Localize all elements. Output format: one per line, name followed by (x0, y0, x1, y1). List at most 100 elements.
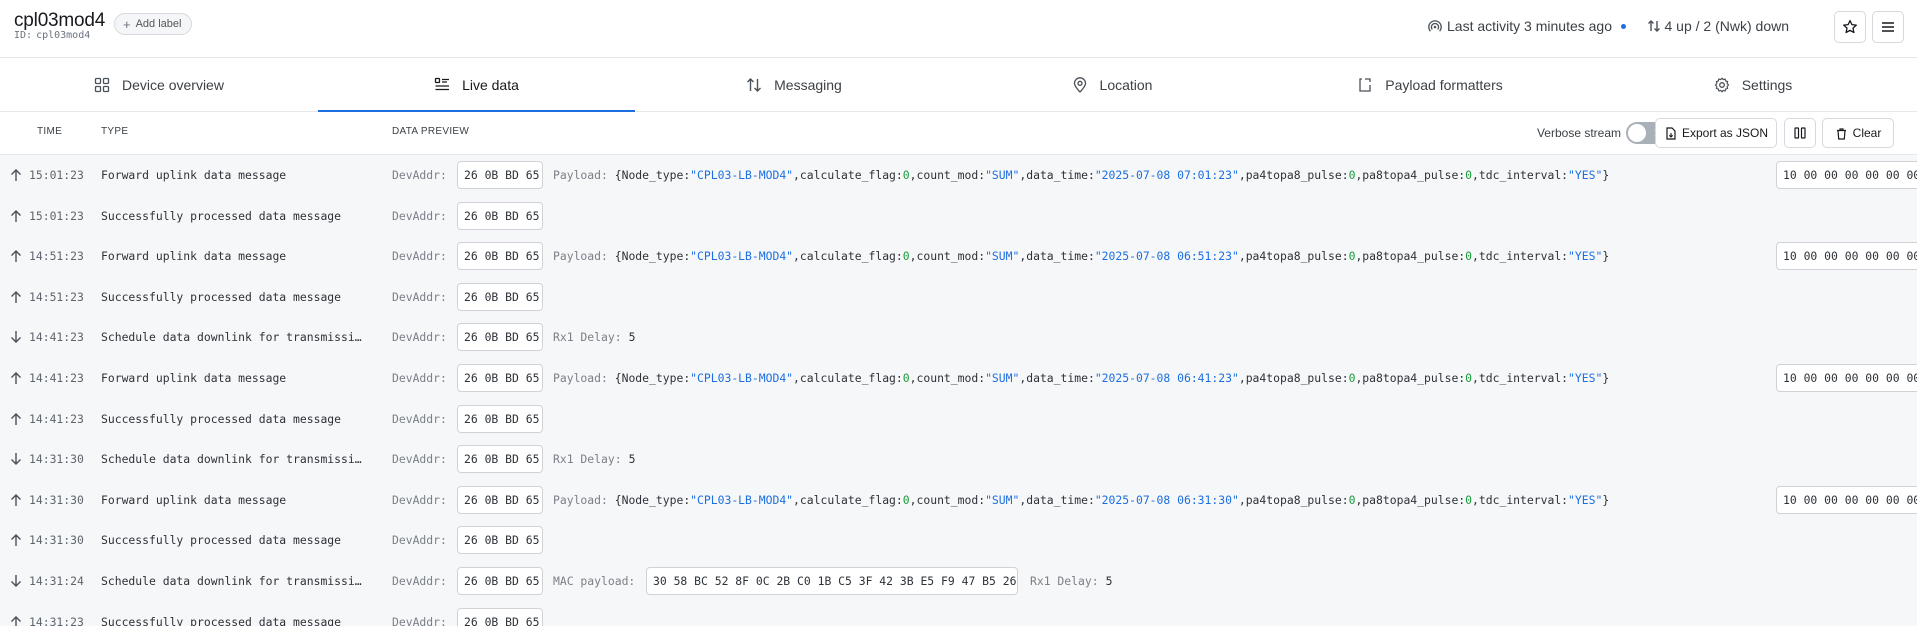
payload-value: "YES" (1568, 371, 1603, 385)
payload-key: data_time: (1026, 168, 1095, 182)
payload-value: 0 (1348, 249, 1356, 264)
devaddr-chip[interactable]: 26 0B BD 65 (457, 526, 543, 555)
payload-preview: Payload: { Node_type: "CPL03-LB-MOD4", c… (553, 358, 1609, 398)
payload-value: 2025-07-08 06:31:30 (1101, 492, 1232, 507)
up-down-arrows-icon (747, 78, 762, 92)
arrow-up-icon (10, 480, 22, 520)
rx1-delay: Rx1 Delay: 5 (553, 317, 635, 357)
tab-messaging[interactable]: Messaging (635, 58, 953, 112)
devaddr-chip[interactable]: 26 0B BD 65 (457, 201, 543, 230)
quote: " (1094, 371, 1102, 385)
payload-key: pa4topa8_pulse: (1245, 492, 1349, 507)
devaddr-chip[interactable]: 26 0B BD 65 (457, 404, 543, 433)
row-type-text: Successfully processed data message (101, 208, 342, 223)
payload-key: pa4topa8_pulse: (1245, 168, 1349, 182)
sep: , (1472, 168, 1479, 182)
menu-button[interactable] (1872, 11, 1904, 43)
payload-key: count_mod: (916, 249, 986, 264)
table-row[interactable]: 15:01:23 Forward uplink data message DevAd… (0, 155, 1917, 195)
tab-live-data[interactable]: Live data (318, 58, 635, 113)
arrow-up-icon (10, 236, 22, 276)
row-type-text: Schedule data downlink for transmissi… (101, 330, 362, 345)
table-row[interactable]: 14:31:30 Successfully processed data mess… (0, 520, 1917, 560)
columns-icon (1794, 127, 1806, 139)
tab-payload-formatters[interactable]: Payload formatters (1271, 58, 1589, 112)
devaddr-label: DevAddr: (392, 208, 447, 223)
devaddr-chip[interactable]: 26 0B BD 65 (457, 445, 543, 474)
raw-payload-chip[interactable]: 10 00 00 00 00 00 00 00 (1776, 485, 1917, 514)
payload-key: tdc_interval: (1478, 249, 1569, 264)
row-type: Successfully processed data message (101, 196, 379, 236)
row-type: Successfully processed data message (101, 520, 379, 560)
live-data-rows: 15:01:23 Forward uplink data message DevAd… (0, 155, 1917, 626)
add-label-button[interactable]: + Add label (114, 13, 193, 35)
row-time: 14:31:30 (29, 533, 84, 548)
payload-key: tdc_interval: (1478, 492, 1569, 507)
payload-key: data_time: (1026, 492, 1095, 507)
table-row[interactable]: 14:41:23 Schedule data downlink for trans… (0, 317, 1917, 357)
table-row[interactable]: 14:31:23 Successfully processed data mess… (0, 602, 1917, 626)
table-row[interactable]: 14:41:23 Forward uplink data message DevAd… (0, 358, 1917, 398)
sep: , (1238, 492, 1246, 507)
row-type: Forward uplink data message (101, 236, 379, 276)
columns-button[interactable] (1784, 118, 1816, 148)
table-row[interactable]: 14:31:24 Schedule data downlink for trans… (0, 561, 1917, 601)
devaddr-chip[interactable]: 26 0B BD 65 (457, 485, 543, 514)
row-type: Schedule data downlink for transmissi… (101, 561, 379, 601)
payload-value: "SUM" (985, 168, 1020, 182)
row-time: 14:41:23 (29, 411, 84, 426)
payload-key: Node_type: (621, 168, 691, 182)
table-row[interactable]: 14:51:23 Forward uplink data message DevAd… (0, 236, 1917, 276)
column-data-preview: DATA PREVIEW (392, 126, 470, 137)
row-type-text: Schedule data downlink for transmissi… (101, 452, 362, 467)
devaddr-chip[interactable]: 26 0B BD 65 (457, 607, 543, 626)
export-json-button[interactable]: Export as JSON (1655, 118, 1777, 148)
column-type: TYPE (101, 126, 129, 137)
star-button[interactable] (1834, 11, 1866, 43)
quote: " (1231, 371, 1239, 385)
payload-label: Payload: (553, 492, 608, 507)
trash-icon (1836, 127, 1846, 140)
payload-label: Payload: (553, 249, 608, 264)
sep: , (1355, 249, 1363, 264)
table-row[interactable]: 14:41:23 Successfully processed data mess… (0, 399, 1917, 439)
column-time: TIME (37, 126, 63, 137)
table-row[interactable]: 14:31:30 Schedule data downlink for trans… (0, 439, 1917, 479)
devaddr-chip[interactable]: 26 0B BD 65 (457, 323, 543, 352)
tab-device-overview[interactable]: Device overview (0, 58, 318, 112)
payload-value: 0 (1465, 492, 1473, 507)
table-row[interactable]: 14:31:30 Forward uplink data message DevAd… (0, 480, 1917, 520)
brace: { (607, 492, 622, 507)
row-time: 14:31:30 (29, 492, 84, 507)
devaddr-label: DevAddr: (392, 411, 447, 426)
raw-payload-chip[interactable]: 10 00 00 00 00 00 00 00 (1776, 364, 1917, 392)
payload-key: calculate_flag: (799, 492, 903, 507)
sep: , (1019, 168, 1027, 182)
devaddr-chip[interactable]: 26 0B BD 65 (457, 567, 543, 595)
payload-preview: Payload: { Node_type: "CPL03-LB-MOD4", c… (553, 480, 1609, 520)
row-time: 15:01:23 (29, 168, 84, 182)
mac-payload-chip[interactable]: 30 58 BC 52 8F 0C 2B C0 1B C5 3F 42 3B E… (646, 567, 1018, 595)
row-type-text: Successfully processed data message (101, 411, 342, 426)
table-row[interactable]: 15:01:23 Successfully processed data mess… (0, 196, 1917, 236)
table-row[interactable]: 14:51:23 Successfully processed data mess… (0, 277, 1917, 317)
devaddr-chip[interactable]: 26 0B BD 65 (457, 242, 543, 271)
clear-button[interactable]: Clear (1822, 118, 1894, 148)
device-header: cpl03mod4 ID: cpl03mod4 + Add label Last a… (0, 0, 1917, 58)
payload-key: calculate_flag: (799, 249, 903, 264)
devaddr-chip[interactable]: 26 0B BD 65 (457, 282, 543, 311)
tab-settings[interactable]: Settings (1589, 58, 1917, 112)
tab-location[interactable]: Location (953, 58, 1271, 112)
devaddr-chip[interactable]: 26 0B BD 65 (457, 364, 543, 392)
raw-payload-chip[interactable]: 10 00 00 00 00 00 00 00 (1776, 161, 1917, 189)
devaddr-chip[interactable]: 26 0B BD 65 (457, 161, 543, 189)
payload-key: data_time: (1026, 249, 1095, 264)
payload-preview: Payload: { Node_type: "CPL03-LB-MOD4", c… (553, 155, 1609, 195)
payload-value: 0 (1348, 371, 1356, 385)
last-activity: Last activity 3 minutes ago (1428, 18, 1626, 34)
row-time: 14:51:23 (29, 289, 84, 304)
raw-payload-chip[interactable]: 10 00 00 00 00 00 00 00 (1776, 242, 1917, 271)
payload-key: count_mod: (916, 168, 986, 182)
arrow-up-icon (10, 155, 22, 195)
brace: } (1602, 249, 1610, 264)
